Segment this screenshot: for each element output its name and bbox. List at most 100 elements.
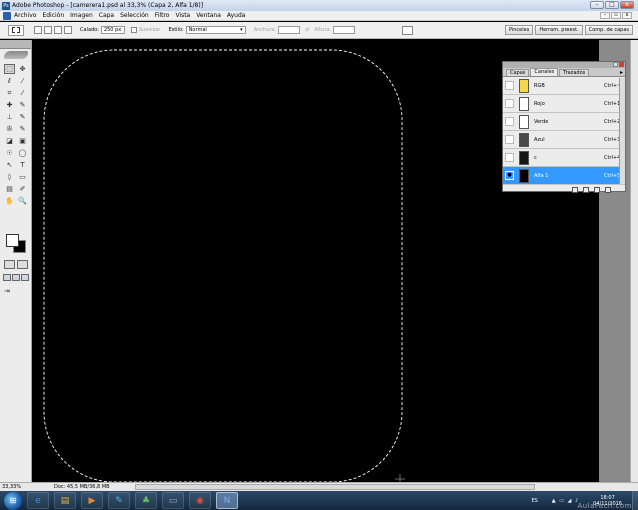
- photoshop-app-icon[interactable]: Ps: [2, 1, 10, 10]
- taskbar-paint-icon[interactable]: ✎: [108, 492, 130, 509]
- show-desktop-button[interactable]: [632, 491, 638, 510]
- tab-trazados[interactable]: Trazados: [559, 69, 590, 76]
- antialias-checkbox[interactable]: [130, 27, 137, 33]
- crop-tool-icon[interactable]: ⌗: [4, 88, 15, 98]
- history-brush-tool-icon[interactable]: ✎: [17, 112, 28, 122]
- eyedropper-tool-icon[interactable]: ✐: [17, 184, 28, 194]
- doc-minimize-button[interactable]: –: [600, 12, 610, 19]
- gradient-tool-icon[interactable]: ✎: [17, 124, 28, 134]
- vertical-scrollbar[interactable]: [630, 40, 638, 482]
- save-selection-icon[interactable]: [583, 186, 589, 193]
- channel-row[interactable]: Verde Ctrl+2: [503, 113, 625, 131]
- doc-close-button[interactable]: x: [622, 12, 632, 19]
- menu-edicion[interactable]: Edición: [42, 12, 64, 19]
- channel-row[interactable]: Azul Ctrl+3: [503, 131, 625, 149]
- channel-row[interactable]: RGB Ctrl+~: [503, 77, 625, 95]
- tab-pinceles[interactable]: Pinceles: [504, 25, 534, 35]
- new-channel-icon[interactable]: [594, 186, 600, 193]
- menu-seleccion[interactable]: Selección: [120, 12, 149, 19]
- channel-row[interactable]: Rojo Ctrl+1: [503, 95, 625, 113]
- taskbar-media-icon[interactable]: ▶: [81, 492, 103, 509]
- feather-input[interactable]: 250 px: [100, 26, 125, 34]
- jump-to-imageready-icon[interactable]: ⇥: [4, 287, 26, 296]
- feather-logo-icon[interactable]: [4, 51, 28, 59]
- add-selection-icon[interactable]: [44, 26, 52, 34]
- intersect-selection-icon[interactable]: [64, 26, 72, 34]
- eraser-tool-icon[interactable]: ✇: [4, 124, 15, 134]
- screen-mode-menubar-icon[interactable]: [12, 274, 20, 281]
- visibility-eye-icon[interactable]: [505, 117, 514, 126]
- zoom-tool-icon[interactable]: 🔍: [17, 196, 28, 206]
- menu-ayuda[interactable]: Ayuda: [227, 12, 246, 19]
- menu-archivo[interactable]: Archivo: [14, 12, 36, 19]
- taskbar-games-icon[interactable]: ♣: [135, 492, 157, 509]
- shape-tool-icon[interactable]: ◯: [17, 148, 28, 158]
- direct-select-tool-icon[interactable]: ↖: [4, 160, 15, 170]
- channel-row[interactable]: ● Alfa 1 Ctrl+5: [503, 167, 625, 185]
- healing-brush-tool-icon[interactable]: ✚: [4, 100, 15, 110]
- taskbar-photoshop-icon[interactable]: N: [216, 492, 238, 509]
- language-indicator[interactable]: ES: [531, 498, 537, 504]
- tab-canales[interactable]: Canales: [530, 68, 559, 76]
- menu-capa[interactable]: Capa: [99, 12, 114, 19]
- palette-well-icon[interactable]: [402, 26, 413, 35]
- lasso-tool-icon[interactable]: ℓ: [4, 76, 15, 86]
- tab-herram-preest[interactable]: Herram. preest.: [535, 25, 583, 35]
- style-select[interactable]: Normal ▾: [185, 26, 246, 34]
- rectangle-tool-icon[interactable]: ▭: [17, 172, 28, 182]
- width-input[interactable]: [278, 26, 301, 34]
- start-button[interactable]: ⊞: [4, 491, 22, 510]
- panel-menu-icon[interactable]: ▸: [620, 69, 623, 76]
- pen-tool-icon[interactable]: ◊: [4, 172, 15, 182]
- quick-mask-icon[interactable]: [17, 260, 28, 269]
- document-icon[interactable]: [3, 11, 11, 20]
- load-selection-icon[interactable]: [572, 186, 578, 193]
- notes-tool-icon[interactable]: ▤: [4, 184, 15, 194]
- standard-mode-icon[interactable]: [4, 260, 15, 269]
- clone-stamp-tool-icon[interactable]: ⊥: [4, 112, 15, 122]
- taskbar-explorer-icon[interactable]: ▤: [54, 492, 76, 509]
- delete-channel-icon[interactable]: [605, 186, 611, 193]
- zoom-level[interactable]: 33,33%: [2, 484, 24, 490]
- panel-minimize-icon[interactable]: [613, 62, 618, 67]
- taskbar-ie-icon[interactable]: e: [27, 492, 49, 509]
- visibility-eye-icon[interactable]: ●: [505, 171, 514, 180]
- move-tool-icon[interactable]: ✥: [17, 64, 28, 74]
- tab-capas[interactable]: Capas: [506, 69, 530, 76]
- foreground-color-swatch[interactable]: [6, 234, 19, 247]
- subtract-selection-icon[interactable]: [54, 26, 62, 34]
- magic-wand-tool-icon[interactable]: ⁄: [17, 76, 28, 86]
- slice-tool-icon[interactable]: ⁄: [17, 88, 28, 98]
- taskbar-scanner-icon[interactable]: ▭: [162, 492, 184, 509]
- taskbar-chrome-icon[interactable]: ◉: [189, 492, 211, 509]
- minimize-button[interactable]: –: [590, 1, 604, 9]
- maximize-button[interactable]: □: [605, 1, 619, 9]
- menu-imagen[interactable]: Imagen: [70, 12, 93, 19]
- tab-comp-capas[interactable]: Comp. de capas: [584, 25, 633, 35]
- screen-mode-standard-icon[interactable]: [3, 274, 11, 281]
- visibility-eye-icon[interactable]: [505, 81, 514, 90]
- visibility-eye-icon[interactable]: [505, 135, 514, 144]
- rect-marquee-tool-icon[interactable]: ⬚: [4, 64, 15, 74]
- menu-ventana[interactable]: Ventana: [196, 12, 221, 19]
- menu-filtro[interactable]: Filtro: [155, 12, 170, 19]
- visibility-eye-icon[interactable]: [505, 153, 514, 162]
- type-tool-icon[interactable]: T: [17, 160, 28, 170]
- brush-tool-icon[interactable]: ✎: [17, 100, 28, 110]
- visibility-eye-icon[interactable]: [505, 99, 514, 108]
- new-selection-icon[interactable]: [34, 26, 42, 34]
- panel-close-icon[interactable]: [619, 62, 624, 67]
- path-select-tool-icon[interactable]: ☉: [4, 148, 15, 158]
- dodge-tool-icon[interactable]: ▣: [17, 136, 28, 146]
- hand-tool-icon[interactable]: ✋: [4, 196, 15, 206]
- tool-preset-picker[interactable]: [8, 24, 24, 36]
- close-button[interactable]: x: [620, 1, 634, 9]
- blur-tool-icon[interactable]: ◪: [4, 136, 15, 146]
- menu-vista[interactable]: Vista: [175, 12, 190, 19]
- toolbox-header[interactable]: [0, 40, 31, 49]
- tray-icons[interactable]: ▲ ▭ ◢ ♪: [552, 498, 579, 504]
- screen-mode-full-icon[interactable]: [21, 274, 29, 281]
- horizontal-scrollbar[interactable]: [135, 484, 535, 490]
- doc-restore-button[interactable]: ▫: [611, 12, 621, 19]
- swap-icon[interactable]: ⇄: [305, 27, 309, 33]
